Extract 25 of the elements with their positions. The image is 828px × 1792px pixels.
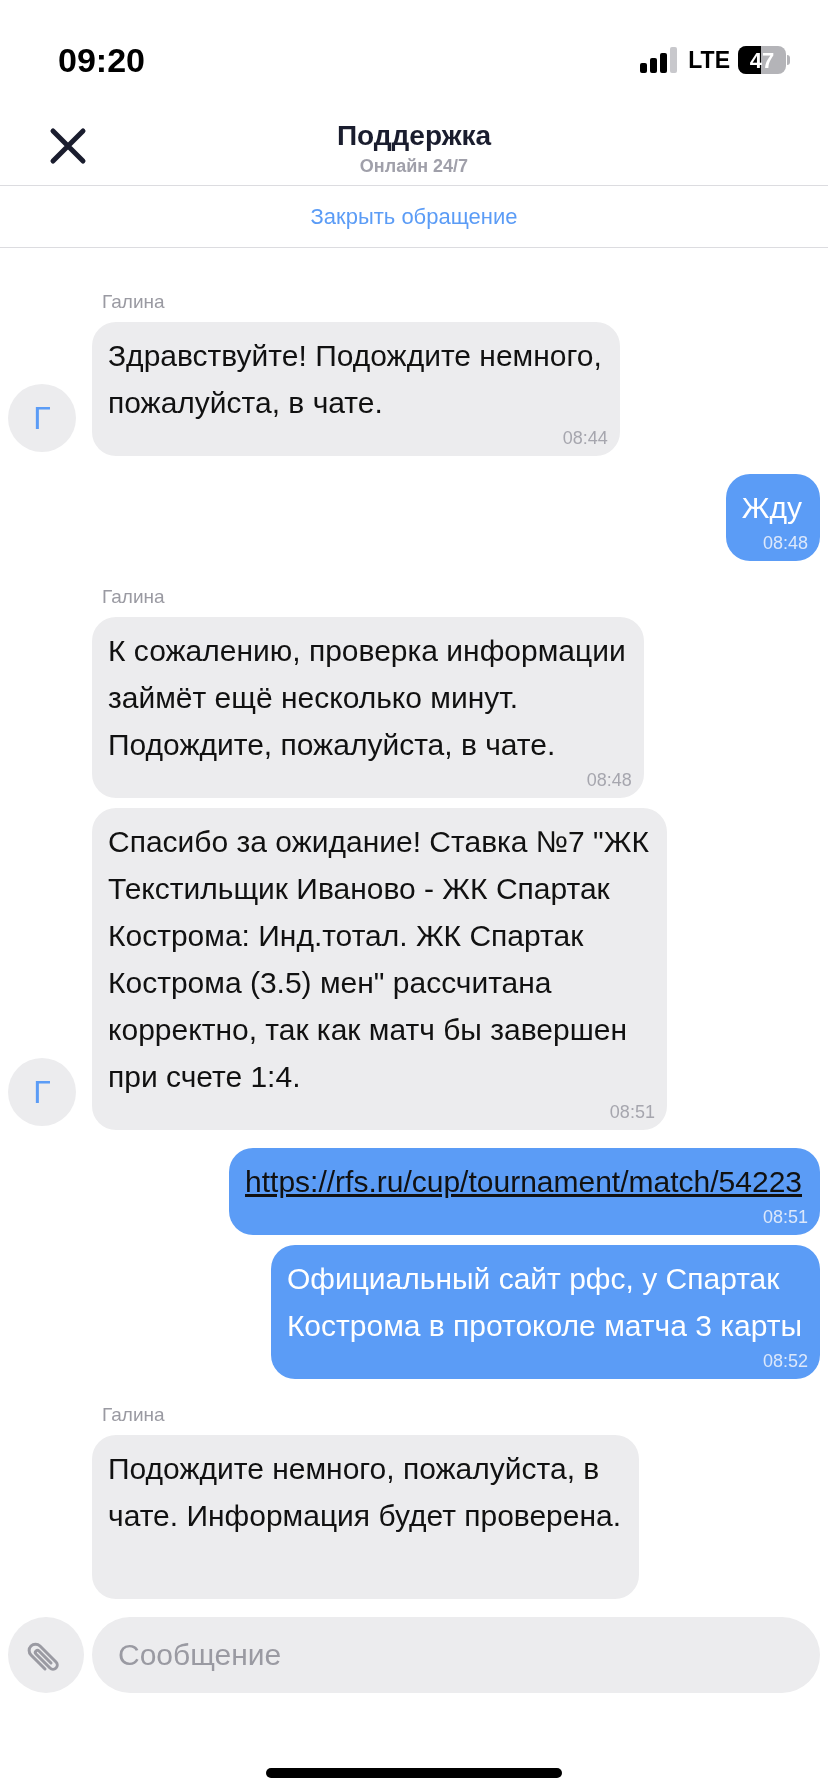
message-text: Здравствуйте! Подождите немного, пожалуйста, в чате. xyxy=(108,338,603,421)
message-time: 08:48 xyxy=(586,769,632,792)
avatar: Г xyxy=(8,384,76,452)
message-text: Официальный сайт рфс, у Спартак Кострома в протоколе матча 3 карты xyxy=(286,1261,803,1344)
message-input[interactable]: Сообщение xyxy=(92,1617,820,1693)
message-time: 08:51 xyxy=(762,1206,808,1229)
message-time: 08:48 xyxy=(762,532,808,555)
status-time: 09:20 xyxy=(58,39,145,81)
message-text: К сожалению, проверка информации займёт ещё несколько минут. Подождите, пожалуйста, в чате. xyxy=(108,633,627,763)
message-time: 08:52 xyxy=(762,1350,808,1373)
message-time: 08:51 xyxy=(609,1101,655,1124)
message-link[interactable]: https://rfs.ru/cup/tournament/match/54223 xyxy=(245,1158,808,1205)
sender-name: Галина xyxy=(101,290,166,314)
header-title: Поддержка xyxy=(336,118,492,153)
sender-name: Галина xyxy=(101,1403,166,1427)
message-time: 08:44 xyxy=(562,427,608,450)
close-icon xyxy=(49,127,87,165)
message-text: Подождите немного, пожалуйста, в чате. Информация будет проверена. xyxy=(108,1451,623,1534)
message-bubble[interactable]: https://rfs.ru/cup/tournament/match/54223 08:51 xyxy=(229,1148,820,1235)
sender-name: Галина xyxy=(101,585,166,609)
message-text: Спасибо за ожидание! Ставка №7 "ЖК Текстильщик Иваново - ЖК Спартак Кострома: Инд.тотал. ЖК Спартак Кострома (3.5) мен" рассчитана корректно, так как матч бы завершен при счете 1:4. xyxy=(108,824,650,1095)
message-text: Жду xyxy=(741,490,803,526)
header-subtitle: Онлайн 24/7 xyxy=(359,154,469,178)
avatar: Г xyxy=(8,1058,76,1126)
network-label: LTE xyxy=(688,45,730,75)
